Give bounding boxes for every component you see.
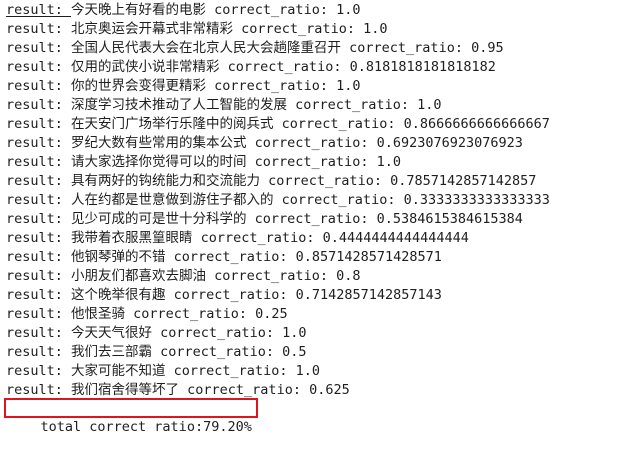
output-line: result: 北京奥运会开幕式非常精彩 correct_ratio: 1.0 — [6, 20, 640, 39]
output-line: result: 请大家选择你觉得可以的时间 correct_ratio: 1.0 — [6, 153, 640, 172]
result-prefix: result: — [6, 40, 72, 56]
result-text: 深度学习技术推动了人工智能的发展 correct_ratio: 1.0 — [71, 97, 442, 113]
result-text: 在天安门广场举行乐隆中的阅兵式 correct_ratio: 0.8666666… — [71, 116, 550, 132]
output-line: result: 深度学习技术推动了人工智能的发展 correct_ratio: … — [6, 96, 640, 115]
result-text: 今天天气很好 correct_ratio: 1.0 — [71, 325, 307, 341]
result-text: 人在约都是世意做到游住子都入的 correct_ratio: 0.3333333… — [71, 192, 550, 208]
result-text: 我们宿舍得等坏了 correct_ratio: 0.625 — [71, 382, 350, 398]
result-prefix: result: — [6, 21, 72, 37]
result-prefix: result: — [6, 173, 72, 189]
result-text: 这个晚举很有趣 correct_ratio: 0.714285714285714… — [71, 287, 442, 303]
result-text: 全国人民代表大会在北京人民大会趟隆重召开 correct_ratio: 0.95 — [71, 40, 504, 56]
result-text: 今天晚上有好看的电影 correct_ratio: 1.0 — [71, 2, 361, 18]
result-prefix: result: — [6, 59, 72, 75]
output-line: result: 你的世界会变得更精彩 correct_ratio: 1.0 — [6, 77, 640, 96]
output-line: result: 今天晚上有好看的电影 correct_ratio: 1.0 — [6, 1, 640, 20]
result-text: 北京奥运会开幕式非常精彩 correct_ratio: 1.0 — [71, 21, 388, 37]
result-text: 他恨圣骑 correct_ratio: 0.25 — [71, 306, 288, 322]
result-text: 我们去三部霸 correct_ratio: 0.5 — [71, 344, 307, 360]
result-prefix: result: — [6, 2, 72, 18]
result-prefix: result: — [6, 211, 72, 227]
result-text: 见少可成的可是世十分科学的 correct_ratio: 0.538461538… — [71, 211, 523, 227]
output-line: result: 他钢琴弹的不错 correct_ratio: 0.8571428… — [6, 248, 640, 267]
result-prefix: result: — [6, 230, 72, 246]
result-prefix: result: — [6, 268, 72, 284]
result-text: 罗纪大数有些常用的集本公式 correct_ratio: 0.692307692… — [71, 135, 523, 151]
result-prefix: result: — [6, 382, 72, 398]
output-line: result: 具有两好的钩统能力和交流能力 correct_ratio: 0.… — [6, 172, 640, 191]
result-text: 我带着衣服黑篁眼睛 correct_ratio: 0.4444444444444… — [71, 230, 469, 246]
result-text: 请大家选择你觉得可以的时间 correct_ratio: 1.0 — [71, 154, 401, 170]
output-line: result: 今天天气很好 correct_ratio: 1.0 — [6, 324, 640, 343]
result-prefix: result: — [6, 135, 72, 151]
result-text: 大家可能不知道 correct_ratio: 1.0 — [71, 363, 320, 379]
output-line: result: 小朋友们都喜欢去脚油 correct_ratio: 0.8 — [6, 267, 640, 286]
result-prefix: result: — [6, 363, 72, 379]
total-correct-ratio-highlight: total correct ratio:79.20% — [4, 398, 258, 435]
output-line: result: 我带着衣服黑篁眼睛 correct_ratio: 0.44444… — [6, 229, 640, 248]
result-text: 你的世界会变得更精彩 correct_ratio: 1.0 — [71, 78, 361, 94]
output-line: result: 全国人民代表大会在北京人民大会趟隆重召开 correct_rat… — [6, 39, 640, 58]
result-prefix: result: — [6, 287, 72, 303]
result-prefix: result: — [6, 192, 72, 208]
result-prefix: result: — [6, 116, 72, 132]
result-prefix: result: — [6, 344, 72, 360]
result-prefix: result: — [6, 97, 72, 113]
output-line: result: 见少可成的可是世十分科学的 correct_ratio: 0.5… — [6, 210, 640, 229]
output-line: result: 这个晚举很有趣 correct_ratio: 0.7142857… — [6, 286, 640, 305]
output-line: result: 仅用的武侠小说非常精彩 correct_ratio: 0.818… — [6, 58, 640, 77]
result-prefix: result: — [6, 154, 72, 170]
total-correct-ratio: total correct ratio:79.20% — [40, 419, 252, 435]
result-prefix: result: — [6, 249, 72, 265]
result-prefix: result: — [6, 78, 72, 94]
output-line: result: 罗纪大数有些常用的集本公式 correct_ratio: 0.6… — [6, 134, 640, 153]
result-text: 他钢琴弹的不错 correct_ratio: 0.857142857142857… — [71, 249, 442, 265]
output-line: result: 在天安门广场举行乐隆中的阅兵式 correct_ratio: 0… — [6, 115, 640, 134]
result-text: 小朋友们都喜欢去脚油 correct_ratio: 0.8 — [71, 268, 361, 284]
output-line: result: 我们去三部霸 correct_ratio: 0.5 — [6, 343, 640, 362]
result-text: 具有两好的钩统能力和交流能力 correct_ratio: 0.78571428… — [71, 173, 537, 189]
result-prefix: result: — [6, 325, 72, 341]
output-line: result: 他恨圣骑 correct_ratio: 0.25 — [6, 305, 640, 324]
output-line: result: 人在约都是世意做到游住子都入的 correct_ratio: 0… — [6, 191, 640, 210]
output-line: result: 大家可能不知道 correct_ratio: 1.0 — [6, 362, 640, 381]
output-lines: result: 今天晚上有好看的电影 correct_ratio: 1.0 res… — [6, 1, 640, 400]
terminal-output: result: 今天晚上有好看的电影 correct_ratio: 1.0 res… — [0, 0, 640, 435]
result-text: 仅用的武侠小说非常精彩 correct_ratio: 0.81818181818… — [71, 59, 496, 75]
result-prefix: result: — [6, 306, 72, 322]
